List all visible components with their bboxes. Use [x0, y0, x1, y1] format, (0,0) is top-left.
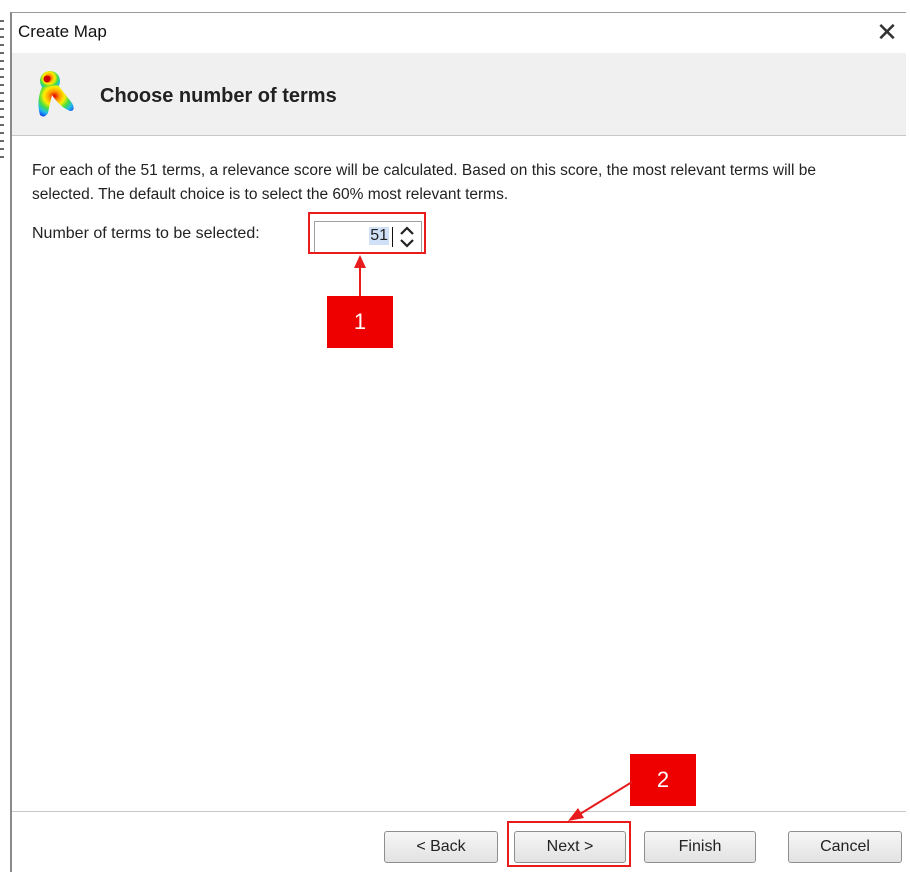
- window-title: Create Map: [18, 22, 107, 41]
- window-edge-marks: [0, 20, 4, 160]
- annotation-box-number-field: [308, 212, 426, 254]
- create-map-dialog: Create Map ✕ Choose number of terms For …: [10, 12, 906, 872]
- footer-divider: [12, 811, 906, 813]
- wizard-header: Choose number of terms: [12, 53, 906, 136]
- description-text: For each of the 51 terms, a relevance sc…: [32, 162, 816, 203]
- close-icon[interactable]: ✕: [870, 15, 904, 49]
- title-bar: Create Map ✕: [12, 13, 906, 53]
- back-button[interactable]: < Back: [384, 831, 498, 863]
- heatmap-figure-icon: [32, 67, 78, 123]
- number-of-terms-label: Number of terms to be selected:: [32, 225, 260, 242]
- cancel-button[interactable]: Cancel: [788, 831, 902, 863]
- callout-2: 2: [630, 754, 696, 806]
- finish-button[interactable]: Finish: [644, 831, 756, 863]
- page-title: Choose number of terms: [100, 85, 337, 107]
- callout-1: 1: [327, 296, 393, 348]
- annotation-box-next-button: [507, 821, 631, 867]
